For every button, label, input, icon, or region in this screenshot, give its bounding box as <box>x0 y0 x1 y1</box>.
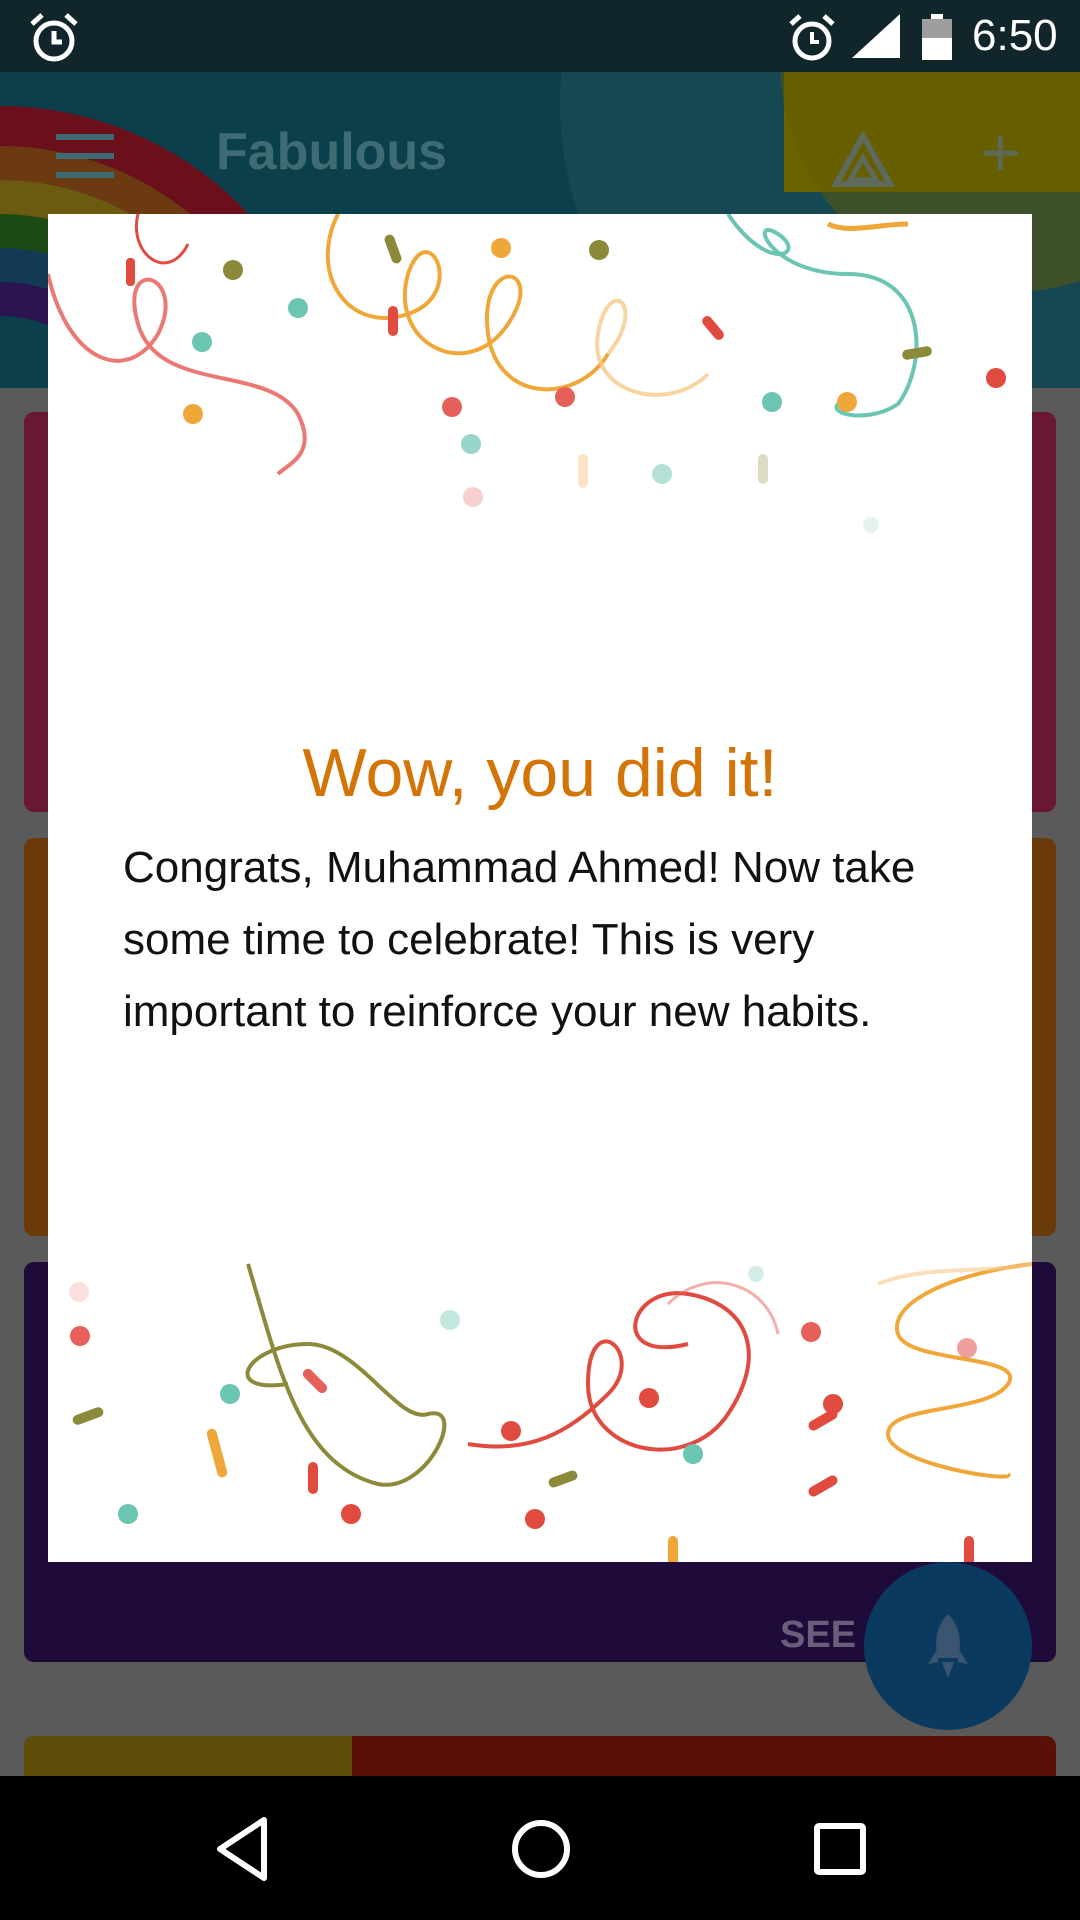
signal-icon <box>852 14 900 58</box>
recents-icon[interactable] <box>812 1814 868 1884</box>
menu-icon[interactable] <box>56 134 114 178</box>
triangle-icon[interactable] <box>832 132 894 188</box>
celebration-dialog: Wow, you did it! Congrats, Muhammad Ahme… <box>48 214 1032 1562</box>
see-button[interactable]: SEE <box>780 1614 856 1657</box>
app-title: Fabulous <box>216 123 448 181</box>
back-icon[interactable] <box>212 1814 272 1884</box>
status-bar: 6:50 <box>0 0 1080 72</box>
dialog-message: Congrats, Muhammad Ahmed! Now take some … <box>123 843 916 1036</box>
status-time: 6:50 <box>972 11 1058 60</box>
rocket-icon <box>928 1614 968 1678</box>
dialog-title: Wow, you did it! <box>302 735 778 811</box>
add-icon[interactable]: + <box>980 112 1021 192</box>
alarm-icon <box>789 14 835 61</box>
confetti-bottom-decoration <box>69 1262 1032 1562</box>
home-icon[interactable] <box>510 1814 572 1884</box>
alarm-clock-icon <box>30 13 78 62</box>
habit-card[interactable] <box>24 1736 1056 1776</box>
battery-icon <box>922 14 952 60</box>
confetti-top-decoration <box>48 214 1006 533</box>
navigation-bar <box>0 1776 1080 1920</box>
rocket-fab-button[interactable] <box>864 1562 1032 1730</box>
